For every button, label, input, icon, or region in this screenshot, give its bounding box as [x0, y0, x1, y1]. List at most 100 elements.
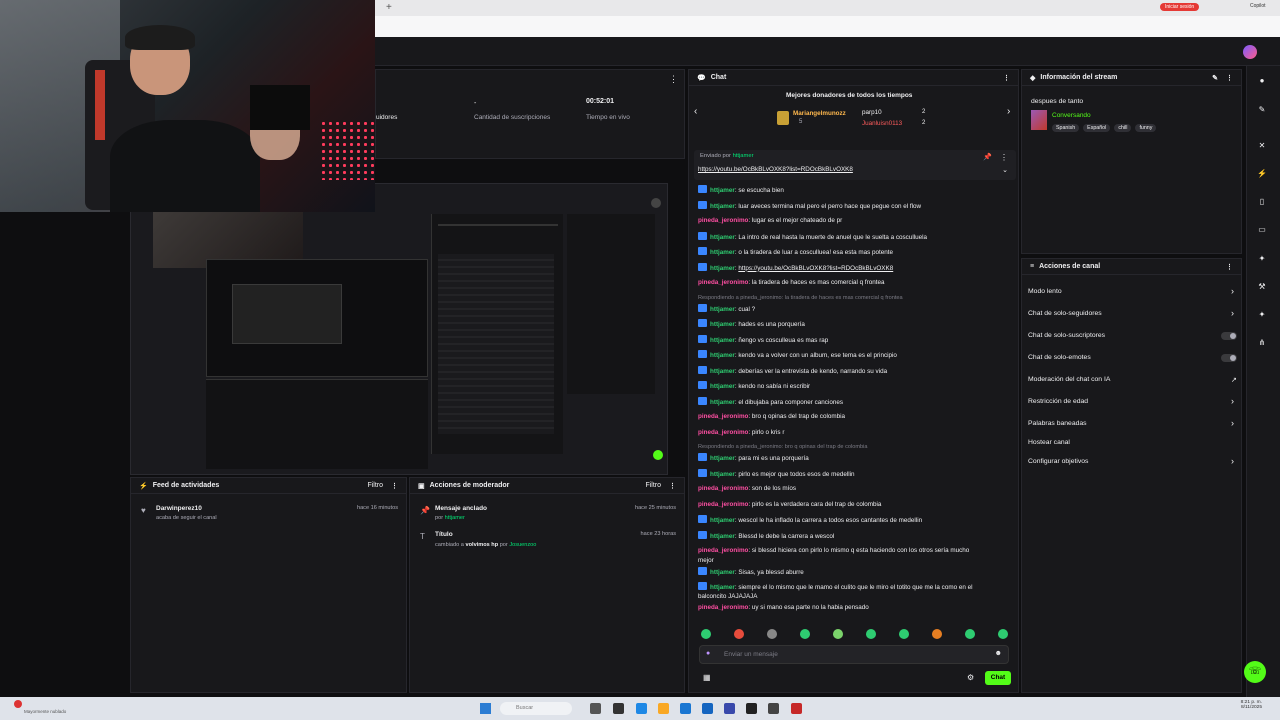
mod-filter-button[interactable]: Filtro: [645, 482, 661, 489]
chat-message[interactable]: httjamer: pirlo es mejor que todos esos …: [698, 468, 1008, 479]
chat-username[interactable]: httjamer: [710, 471, 735, 478]
chevron-right-icon[interactable]: ›: [1231, 456, 1234, 466]
share-icon[interactable]: ⋔: [1255, 336, 1269, 350]
chevron-right-icon[interactable]: ›: [1231, 418, 1234, 428]
chat-message[interactable]: httjamer: Blessd le debe la carrera a we…: [698, 530, 1008, 541]
chat-username[interactable]: httjamer: [710, 321, 735, 328]
pinned-link[interactable]: https://youtu.be/OcBkBLvOXK8?list=RDOcBk…: [698, 166, 853, 173]
chat-username[interactable]: httjamer: [710, 368, 735, 375]
info-icon[interactable]: ●: [1255, 74, 1269, 88]
chat-username[interactable]: httjamer: [710, 203, 735, 210]
pinned-message[interactable]: Enviado por httjamer https://youtu.be/Oc…: [694, 150, 1016, 180]
chat-message[interactable]: httjamer: La intro de real hasta la muer…: [698, 231, 1008, 242]
chat-username[interactable]: pineda_jeronimo: [698, 429, 748, 436]
phone-icon[interactable]: ▯: [1255, 195, 1269, 209]
chat-message[interactable]: httjamer: el dibujaba para componer canc…: [698, 396, 1008, 407]
external-link-icon[interactable]: ↗: [1231, 376, 1237, 384]
chat-username[interactable]: httjamer: [710, 569, 735, 576]
chat-username[interactable]: httjamer: [710, 455, 735, 462]
chat-message[interactable]: pineda_jeronimo: pirlo o kris r: [698, 428, 1008, 437]
chat-message[interactable]: httjamer: se escucha bien: [698, 185, 1008, 195]
wrench-icon[interactable]: ✦: [1255, 308, 1269, 322]
channel-action-item[interactable]: Moderación del chat con IA: [1028, 376, 1110, 383]
toggle-switch[interactable]: [1221, 332, 1237, 340]
chat-message[interactable]: pineda_jeronimo: son de los míos: [698, 484, 1008, 493]
taskbar-app-icon[interactable]: [702, 703, 713, 714]
chat-username[interactable]: httjamer: [710, 383, 735, 390]
chat-icon[interactable]: ▭: [1255, 223, 1269, 237]
chevron-right-icon[interactable]: ›: [1231, 396, 1234, 406]
chevron-right-icon[interactable]: ›: [1231, 286, 1234, 296]
chat-message[interactable]: httjamer: kendo no sabía ni escribir: [698, 381, 1008, 391]
more-icon[interactable]: ⋮: [669, 74, 678, 85]
preview-settings-icon[interactable]: [651, 198, 661, 208]
chat-username[interactable]: httjamer: [710, 265, 735, 272]
chat-username[interactable]: httjamer: [710, 399, 735, 406]
chat-input-box[interactable]: ● Enviar un mensaje ☻: [699, 645, 1009, 664]
channel-action-item[interactable]: Modo lento: [1028, 288, 1062, 295]
chat-input[interactable]: Enviar un mensaje: [724, 651, 778, 658]
chat-message[interactable]: pineda_jeronimo: pirlo es la verdadera c…: [698, 500, 1008, 509]
more-icon[interactable]: ⋮: [391, 482, 398, 490]
channel-action-item[interactable]: Chat de solo-suscriptores: [1028, 332, 1105, 339]
help-chat-icon[interactable]: ☏: [1244, 661, 1266, 683]
channel-action-item[interactable]: Chat de solo-seguidores: [1028, 310, 1102, 317]
category-name[interactable]: Conversando: [1052, 112, 1091, 119]
chat-username[interactable]: httjamer: [710, 584, 735, 591]
taskbar-app-icon[interactable]: [636, 703, 647, 714]
channel-action-item[interactable]: Hostear canal: [1028, 439, 1070, 446]
send-chat-button[interactable]: Chat: [985, 671, 1011, 685]
chat-message[interactable]: pineda_jeronimo: si blessd hiciera con p…: [698, 546, 1008, 555]
avatar[interactable]: [1243, 45, 1257, 59]
stream-preview[interactable]: [130, 183, 668, 475]
chat-username[interactable]: httjamer: [710, 306, 735, 313]
more-icon[interactable]: ⋮: [1003, 74, 1010, 82]
taskbar-app-icon[interactable]: [724, 703, 735, 714]
taskbar-app-icon[interactable]: [658, 703, 669, 714]
emote-picker-icon[interactable]: ☻: [995, 650, 1002, 657]
chat-username[interactable]: pineda_jeronimo: [698, 413, 748, 420]
taskbar-app-icon[interactable]: [768, 703, 779, 714]
activity-user[interactable]: Darwinperez10: [156, 505, 202, 512]
taskbar-app-icon[interactable]: [791, 703, 802, 714]
chat-username[interactable]: httjamer: [710, 337, 735, 344]
bolt-icon[interactable]: ⚡: [1255, 167, 1269, 181]
chat-message[interactable]: httjamer: siempre el lo mismo que le mam…: [698, 582, 1008, 592]
chat-username[interactable]: httjamer: [710, 249, 735, 256]
donor-name[interactable]: Juanluisn0113: [862, 120, 902, 127]
emote-icon[interactable]: [833, 629, 843, 639]
more-icon[interactable]: ⋮: [669, 482, 676, 490]
more-icon[interactable]: ⋮: [1000, 153, 1008, 162]
donor-name[interactable]: Mariangelmunozz: [793, 110, 846, 117]
chat-username[interactable]: pineda_jeronimo: [698, 501, 748, 508]
emote-icon[interactable]: [965, 629, 975, 639]
chat-username[interactable]: httjamer: [710, 533, 735, 540]
chat-message[interactable]: pineda_jeronimo: la tiradera de haces es…: [698, 278, 1008, 287]
chat-username[interactable]: httjamer: [710, 352, 735, 359]
settings-icon[interactable]: ⚙: [967, 673, 974, 682]
chat-message[interactable]: httjamer: deberías ver la entrevista de …: [698, 365, 1008, 376]
mic-icon[interactable]: ●: [706, 650, 710, 657]
new-tab-button[interactable]: +: [386, 2, 392, 13]
emote-icon[interactable]: [800, 629, 810, 639]
emote-icon[interactable]: [932, 629, 942, 639]
emote-icon[interactable]: [734, 629, 744, 639]
toggle-switch[interactable]: [1221, 354, 1237, 362]
gift-icon[interactable]: ▦: [703, 673, 711, 682]
chat-username[interactable]: httjamer: [710, 234, 735, 241]
chat-message[interactable]: httjamer: para mi es una porquería: [698, 453, 1008, 463]
edit-icon[interactable]: ✎: [1212, 74, 1218, 82]
chat-message[interactable]: pineda_jeronimo: bro q opinas del trap d…: [698, 412, 1008, 421]
wrench-icon[interactable]: ✦: [1255, 252, 1269, 266]
taskbar-search[interactable]: Buscar: [500, 702, 572, 715]
taskbar-app-icon[interactable]: [680, 703, 691, 714]
emote-icon[interactable]: [899, 629, 909, 639]
channel-action-item[interactable]: Restricción de edad: [1028, 398, 1088, 405]
chat-message[interactable]: httjamer: ñengo vs cosculleua es mas rap: [698, 334, 1008, 345]
chat-message[interactable]: httjamer: wescol le ha inflado la carrer…: [698, 515, 1008, 525]
chat-username[interactable]: pineda_jeronimo: [698, 547, 748, 554]
more-icon[interactable]: ⋮: [1226, 74, 1233, 82]
chat-username[interactable]: pineda_jeronimo: [698, 604, 748, 611]
chat-message[interactable]: httjamer: o la tiradera de luar a coscul…: [698, 247, 1008, 257]
chat-message[interactable]: httjamer: luar aveces termina mal pero e…: [698, 200, 1008, 211]
